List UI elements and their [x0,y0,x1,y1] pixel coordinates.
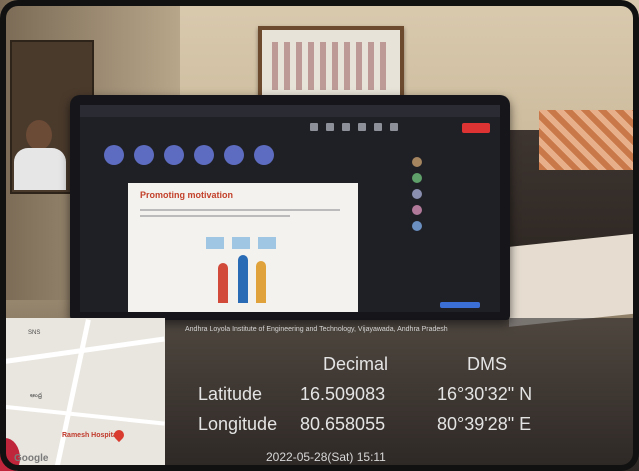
participant-avatar [412,189,422,199]
slide-text-line [140,215,290,217]
toolbar-icon [326,123,334,131]
participant-item [412,221,492,235]
map-label: SNS [28,330,41,336]
participant-item [412,189,492,203]
longitude-label: Longitude [198,414,278,434]
gps-stamp: SNS ఆంధ్ర Ramesh Hospitals Google Andhra… [0,318,639,471]
participant-avatar [104,145,124,165]
decimal-header: Decimal [323,354,389,374]
illustration-figure [238,255,248,303]
person-body [14,148,66,190]
curtain [539,110,639,170]
person-head [26,120,52,150]
gps-overlay: Andhra Loyola Institute of Engineering a… [165,318,639,471]
participant-item [412,205,492,219]
participant-avatar [412,221,422,231]
toolbar-icon [374,123,382,131]
illustration-board [232,237,250,249]
address-text: Andhra Loyola Institute of Engineering a… [185,326,448,333]
leave-button [462,123,490,133]
participant-avatar [412,157,422,167]
wall-frame [258,26,404,106]
toolbar-icon [342,123,350,131]
latitude-dms: 16°30'32" N [437,384,533,404]
latitude-decimal: 16.509083 [300,384,386,404]
screen-status-bar [440,302,480,308]
participant-avatar [412,205,422,215]
illustration-figure [218,263,228,303]
frame-art [272,42,390,90]
meeting-topbar [80,105,500,117]
laptop-screen: Promoting motivation [80,105,500,312]
map-road [0,404,165,426]
timestamp: 2022-05-28(Sat) 15:11 [266,450,386,464]
google-logo: Google [14,453,49,464]
illustration-board [206,237,224,249]
background-person [12,120,72,190]
slide-text-line [140,209,340,211]
slide-title: Promoting motivation [140,190,233,200]
laptop: Promoting motivation [70,95,510,320]
participant-avatar [224,145,244,165]
map-label: ఆంధ్ర [30,393,43,399]
illustration-figure [256,261,266,303]
participant-avatar [164,145,184,165]
toolbar-icon [310,123,318,131]
participant-avatar [194,145,214,165]
map-road [54,319,91,470]
participant-item [412,157,492,171]
toolbar-icon [358,123,366,131]
illustration-board [258,237,276,249]
dms-header: DMS [467,354,507,374]
participant-avatar [134,145,154,165]
paper-sheet [509,233,639,327]
toolbar-icon [390,123,398,131]
location-pin-icon [111,427,127,443]
longitude-dms: 80°39'28" E [437,414,532,434]
participant-item [412,173,492,187]
slide-illustration [198,233,288,303]
latitude-label: Latitude [198,384,263,404]
location-map: SNS ఆంధ్ర Ramesh Hospitals Google [0,318,165,471]
longitude-decimal: 80.658055 [300,414,386,434]
shared-slide: Promoting motivation [128,183,358,312]
participant-avatar [412,173,422,183]
participants-panel [412,143,492,263]
participant-avatar [254,145,274,165]
